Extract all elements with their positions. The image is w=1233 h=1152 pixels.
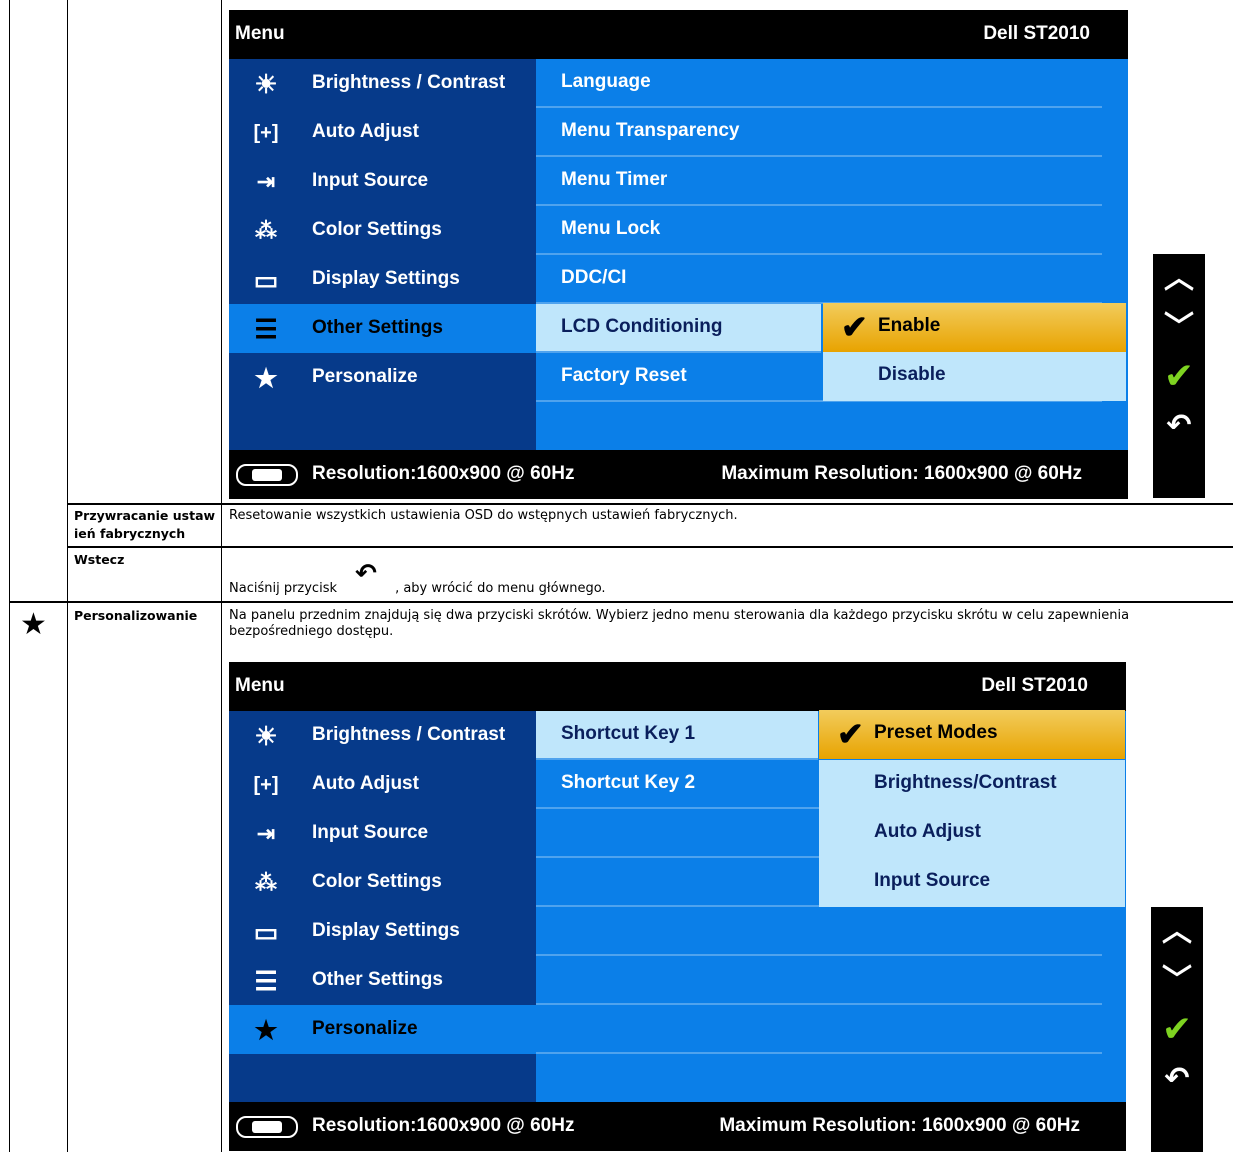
max-resolution-text: Maximum Resolution: 1600x900 @ 60Hz	[721, 463, 1082, 484]
submenu-empty	[536, 1054, 1102, 1101]
menu-item-input-source[interactable]: ⇥ Input Source	[229, 809, 536, 858]
menu-item-other-settings[interactable]: ☰ Other Settings	[229, 304, 536, 353]
menu-item-display-settings[interactable]: ▭ Display Settings	[229, 255, 536, 304]
check-icon: ✔	[837, 716, 864, 752]
option-preset-modes[interactable]: ✔ Preset Modes	[819, 710, 1125, 759]
row-divider	[67, 546, 1233, 548]
row-label-personalize: Personalizowanie	[74, 608, 198, 623]
max-resolution-text: Maximum Resolution: 1600x900 @ 60Hz	[719, 1115, 1080, 1136]
resolution-text: Resolution:1600x900 @ 60Hz	[312, 463, 575, 484]
check-icon[interactable]: ✔	[1153, 352, 1205, 401]
menu-item-display-settings[interactable]: ▭ Display Settings	[229, 907, 536, 956]
star-icon: ★	[20, 607, 47, 642]
submenu-language[interactable]: Language	[536, 59, 1102, 108]
submenu-menu-lock[interactable]: Menu Lock	[536, 206, 1102, 255]
display-icon: ▭	[253, 917, 279, 947]
submenu-empty	[536, 402, 1102, 449]
osd-footer: Resolution:1600x900 @ 60Hz Maximum Resol…	[229, 450, 1128, 499]
option-disable[interactable]: Disable	[823, 352, 1126, 401]
submenu-shortcut-key-1[interactable]: Shortcut Key 1	[536, 711, 818, 760]
sun-icon: ☀	[254, 69, 278, 99]
vga-connector-icon	[236, 1116, 298, 1138]
check-icon[interactable]: ✔	[1151, 1005, 1203, 1054]
option-enable[interactable]: ✔ Enable	[823, 303, 1126, 352]
menu-item-auto-adjust[interactable]: [+] Auto Adjust	[229, 760, 536, 809]
up-arrow-icon[interactable]: ︿	[1153, 254, 1205, 303]
osd-button-panel: ︿ ﹀ ✔ ↶	[1151, 907, 1203, 1152]
auto-adjust-icon: [+]	[253, 774, 279, 796]
submenu-lcd-conditioning[interactable]: LCD Conditioning	[536, 304, 821, 353]
osd-title: Menu	[235, 675, 285, 696]
row-desc-factory-reset: Resetowanie wszystkich ustawienia OSD do…	[229, 508, 738, 523]
down-arrow-icon[interactable]: ﹀	[1151, 956, 1203, 1005]
star-icon: ★	[254, 363, 278, 393]
back-icon: ↶	[355, 559, 377, 589]
input-source-icon: ⇥	[256, 821, 276, 846]
back-icon[interactable]: ↶	[1153, 401, 1205, 450]
osd-button-panel: ︿ ﹀ ✔ ↶	[1153, 254, 1205, 498]
down-arrow-icon[interactable]: ﹀	[1153, 303, 1205, 352]
osd-title-bar: Menu Dell ST2010	[229, 10, 1128, 59]
input-source-icon: ⇥	[256, 169, 276, 194]
vga-connector-icon	[236, 464, 298, 486]
sliders-icon: ☰	[254, 314, 278, 344]
table-border-left	[9, 0, 10, 1152]
resolution-text: Resolution:1600x900 @ 60Hz	[312, 1115, 575, 1136]
menu-item-personalize[interactable]: ★ Personalize	[229, 353, 536, 402]
osd-footer: Resolution:1600x900 @ 60Hz Maximum Resol…	[229, 1102, 1126, 1151]
submenu-empty	[536, 1005, 1102, 1054]
check-icon: ✔	[841, 309, 868, 345]
row-divider	[9, 601, 1233, 603]
submenu-menu-timer[interactable]: Menu Timer	[536, 157, 1102, 206]
option-brightness-contrast[interactable]: Brightness/Contrast	[819, 760, 1125, 809]
submenu-empty	[536, 907, 1102, 956]
option-input-source[interactable]: Input Source	[819, 858, 1125, 907]
menu-item-input-source[interactable]: ⇥ Input Source	[229, 157, 536, 206]
menu-item-personalize[interactable]: ★ Personalize	[229, 1005, 536, 1054]
osd-menu-personalize: Menu Dell ST2010 ☀ Brightness / Contrast …	[229, 662, 1126, 1151]
menu-item-other-settings[interactable]: ☰ Other Settings	[229, 956, 536, 1005]
menu-item-color-settings[interactable]: ⁂ Color Settings	[229, 206, 536, 255]
sliders-icon: ☰	[254, 966, 278, 996]
star-icon: ★	[254, 1015, 278, 1045]
color-dots-icon: ⁂	[255, 218, 277, 243]
menu-item-brightness[interactable]: ☀ Brightness / Contrast	[229, 59, 536, 108]
up-arrow-icon[interactable]: ︿	[1151, 907, 1203, 956]
auto-adjust-icon: [+]	[253, 122, 279, 144]
table-border-col1	[67, 0, 68, 1152]
row-desc-personalize: Na panelu przednim znajdują się dwa przy…	[229, 608, 1130, 639]
osd-title-bar: Menu Dell ST2010	[229, 662, 1126, 711]
table-border-col2	[221, 0, 222, 1152]
row-divider	[67, 503, 1233, 505]
osd-model: Dell ST2010	[983, 23, 1090, 44]
submenu-ddc-ci[interactable]: DDC/CI	[536, 255, 1102, 304]
option-auto-adjust[interactable]: Auto Adjust	[819, 809, 1125, 858]
sun-icon: ☀	[254, 721, 278, 751]
menu-item-brightness[interactable]: ☀ Brightness / Contrast	[229, 711, 536, 760]
color-dots-icon: ⁂	[255, 870, 277, 895]
menu-item-color-settings[interactable]: ⁂ Color Settings	[229, 858, 536, 907]
menu-item-auto-adjust[interactable]: [+] Auto Adjust	[229, 108, 536, 157]
row-label-back: Wstecz	[74, 552, 125, 567]
osd-title: Menu	[235, 23, 285, 44]
row-desc-back: Naciśnij przycisk ↶ , aby wrócić do menu…	[229, 559, 606, 596]
submenu-menu-transparency[interactable]: Menu Transparency	[536, 108, 1102, 157]
osd-model: Dell ST2010	[981, 675, 1088, 696]
display-icon: ▭	[253, 265, 279, 295]
submenu-empty	[536, 956, 1102, 1005]
osd-menu-other-settings: Menu Dell ST2010 ☀ Brightness / Contrast …	[229, 10, 1128, 499]
back-icon[interactable]: ↶	[1151, 1054, 1203, 1103]
row-label-factory-reset: Przywracanie ustaw ień fabrycznych	[74, 508, 216, 541]
